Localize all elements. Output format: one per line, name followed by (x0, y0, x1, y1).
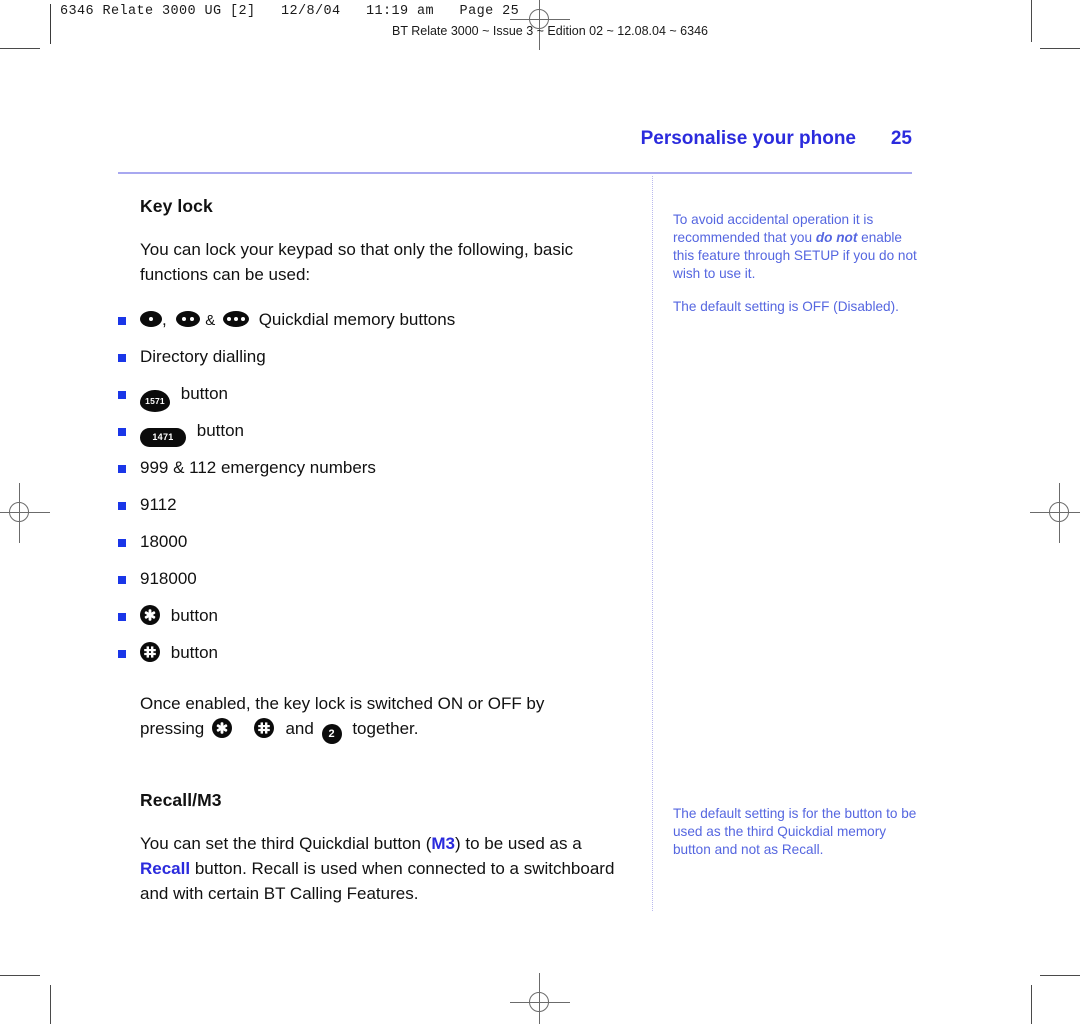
recall-highlight-m3: M3 (431, 834, 456, 853)
main-content-column: Key lock You can lock your keypad so tha… (118, 196, 628, 914)
registration-mark-bottom-center (510, 973, 570, 1024)
printer-slug-edition-line: BT Relate 3000 ~ Issue 3 ~ Edition 02 ~ … (392, 24, 708, 38)
running-header: Personalise your phone 25 (118, 128, 912, 150)
bullet-square-icon (118, 539, 126, 547)
list-item-directory-dialling: Directory dialling (118, 338, 628, 375)
key-2-icon: 2 (321, 724, 342, 744)
list-item-18000: 18000 (118, 523, 628, 560)
printer-slug-job-line: 6346 Relate 3000 UG [2] 12/8/04 11:19 am… (60, 4, 520, 19)
list-item-label: Quickdial memory buttons (258, 310, 456, 329)
crop-line-top-right-horizontal (1040, 48, 1080, 49)
bullet-square-icon (118, 354, 126, 362)
key-1571-icon: 1571 (140, 390, 170, 412)
key-1471-icon: 1471 (140, 428, 186, 447)
quickdial-separator-amp: & (205, 312, 216, 329)
crop-line-bottom-left-vertical (50, 985, 51, 1024)
page-title: Personalise your phone (640, 128, 856, 149)
list-item-label: button (170, 606, 218, 625)
recall-highlight-recall: Recall (140, 859, 191, 878)
key-lock-function-list: , & Quickdial memory buttons Directory d… (118, 301, 628, 671)
section-heading-key-lock: Key lock (140, 196, 213, 216)
header-rule (118, 172, 912, 174)
list-item-label: 18000 (140, 532, 188, 551)
hash-key-icon (253, 718, 274, 738)
page-number: 25 (890, 128, 912, 149)
quickdial-3-icon (222, 311, 249, 327)
sidebar-note-keylock: To avoid accidental operation it is reco… (673, 211, 921, 331)
quickdial-separator-comma: , (162, 310, 167, 329)
sidebar-note-2: The default setting is OFF (Disabled). (673, 299, 899, 314)
slug-divider-rule (50, 4, 51, 44)
recall-text-part3: button. Recall is used when connected to… (140, 859, 615, 903)
list-item-label: 9112 (140, 495, 177, 514)
bullet-square-icon (118, 613, 126, 621)
crop-line-bottom-left-horizontal (0, 975, 40, 976)
crop-line-top-right-vertical (1031, 0, 1032, 42)
key-lock-outro-line2: pressing and 2 together. (140, 716, 628, 744)
list-item-label: button (170, 643, 218, 662)
key-lock-intro-text: You can lock your keypad so that only th… (140, 240, 574, 284)
section-heading-recall-m3: Recall/M3 (140, 790, 222, 810)
list-item-label: button (196, 421, 244, 440)
bullet-square-icon (118, 465, 126, 473)
hash-key-icon (140, 642, 160, 662)
list-item-label: button (180, 384, 228, 403)
column-divider (652, 176, 653, 911)
sidebar-note-3: The default setting is for the button to… (673, 806, 917, 857)
sidebar-note-recall: The default setting is for the button to… (673, 805, 921, 874)
bullet-square-icon (118, 317, 126, 325)
crop-line-bottom-right-horizontal (1040, 975, 1080, 976)
bullet-square-icon (118, 502, 126, 510)
list-item-918000: 918000 (118, 560, 628, 597)
key-lock-outro-line1: Once enabled, the key lock is switched O… (140, 694, 545, 713)
list-item-emergency-numbers: 999 & 112 emergency numbers (118, 449, 628, 486)
recall-text-part1: You can set the third Quickdial button ( (140, 834, 432, 853)
list-item-hash-button: button (118, 634, 628, 671)
outro-pressing-label: pressing (140, 719, 205, 738)
sidebar-note-1: To avoid accidental operation it is reco… (673, 211, 921, 283)
crop-line-bottom-right-vertical (1031, 985, 1032, 1024)
sidebar-note-1-emphasis: do not (815, 230, 858, 245)
quickdial-1-icon (140, 311, 162, 327)
recall-m3-paragraph: You can set the third Quickdial button (… (140, 831, 628, 906)
bullet-square-icon (118, 576, 126, 584)
registration-mark-left (0, 483, 50, 543)
list-item-label: 999 & 112 emergency numbers (140, 458, 376, 477)
list-item-quickdial-buttons: , & Quickdial memory buttons (118, 301, 628, 338)
list-item-label: Directory dialling (140, 347, 266, 366)
star-key-icon (212, 718, 232, 738)
star-key-icon (140, 605, 160, 625)
outro-together-label: together. (352, 719, 419, 738)
list-item-label: 918000 (140, 569, 197, 588)
list-item-1571-button: 1571 button (118, 375, 628, 412)
bullet-square-icon (118, 650, 126, 658)
quickdial-2-icon (176, 311, 201, 327)
bullet-square-icon (118, 428, 126, 436)
registration-mark-right (1030, 483, 1080, 543)
list-item-9112: 9112 (118, 486, 628, 523)
outro-and-label: and (285, 719, 314, 738)
bullet-square-icon (118, 391, 126, 399)
document-page: 6346 Relate 3000 UG [2] 12/8/04 11:19 am… (0, 0, 1080, 1024)
recall-text-part2: ) to be used as a (455, 834, 582, 853)
list-item-star-button: button (118, 597, 628, 634)
list-item-1471-button: 1471 button (118, 412, 628, 449)
crop-line-top-left-horizontal (0, 48, 40, 49)
